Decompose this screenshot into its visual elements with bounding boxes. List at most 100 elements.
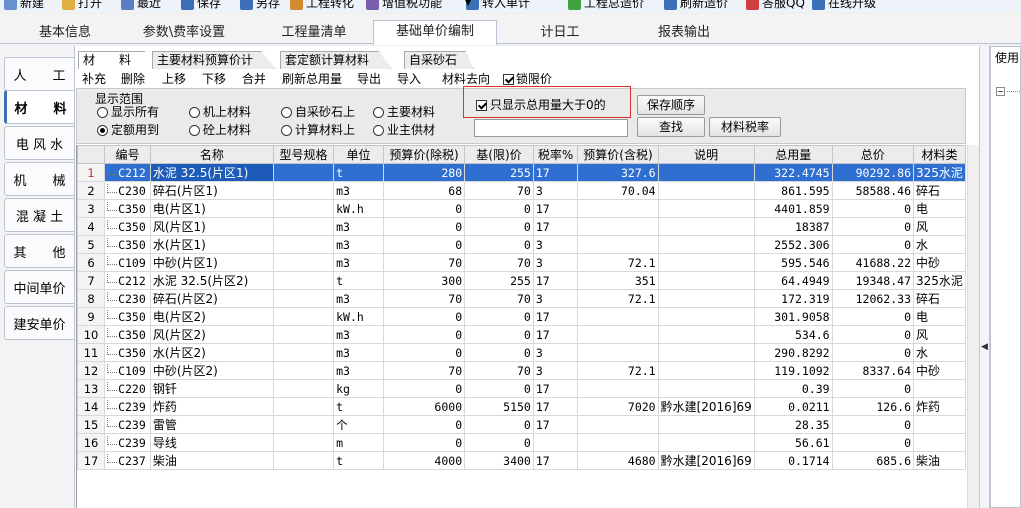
only-positive-checkbox[interactable]: [476, 99, 487, 111]
cell-税率%[interactable]: 17: [532, 307, 579, 326]
cell-名称[interactable]: 柴油: [149, 451, 275, 470]
cell-预算价(含税)[interactable]: 351: [577, 271, 659, 290]
cell-税率%[interactable]: 17: [532, 271, 579, 290]
cell-型号规格[interactable]: [272, 163, 335, 182]
cell-说明[interactable]: [657, 181, 755, 200]
dropdown-arrow-icon[interactable]: ▼: [465, 0, 471, 7]
cell-总用量[interactable]: 861.595: [753, 181, 833, 200]
cell-编号[interactable]: C350: [104, 217, 151, 236]
cell-[interactable]: 8: [77, 289, 106, 308]
cell-[interactable]: 11: [77, 343, 106, 362]
cell-编号[interactable]: C212: [104, 163, 151, 182]
cell-预算价(除税)[interactable]: 280: [382, 163, 466, 182]
cell-材料类[interactable]: 电: [913, 199, 966, 218]
table-row[interactable]: 1 C212 水泥 32.5(片区1) t 280 255 17 327.6 322.4745 9…: [77, 163, 966, 182]
cell-[interactable]: 3: [77, 199, 106, 218]
cell-说明[interactable]: [657, 433, 755, 452]
cell-预算价(含税)[interactable]: 72.1: [577, 361, 659, 380]
radio-dot[interactable]: [189, 124, 200, 136]
cell-基(限)价[interactable]: 0: [464, 325, 534, 344]
cell-基(限)价[interactable]: 0: [464, 217, 534, 236]
toolbar-item-10[interactable]: 答服QQ: [746, 0, 805, 11]
cell-名称[interactable]: 水(片区2): [149, 343, 275, 362]
column-header-10[interactable]: 总用量: [753, 145, 833, 164]
side-tab-2[interactable]: 电 风 水: [4, 126, 74, 160]
column-header-2[interactable]: 名称: [149, 145, 275, 164]
sub-tab-3[interactable]: 自采砂石料: [404, 51, 474, 69]
cell-单位[interactable]: m3: [333, 217, 384, 236]
column-header-12[interactable]: 材料类: [913, 145, 966, 164]
table-row[interactable]: 8 C230 碎石(片区2) m3 70 70 3 72.1 172.319 12062.33 碎石: [77, 289, 966, 308]
cell-编号[interactable]: C212: [104, 271, 151, 290]
cell-总价[interactable]: 0: [831, 343, 915, 362]
cell-预算价(除税)[interactable]: 0: [382, 307, 466, 326]
cell-基(限)价[interactable]: 0: [464, 379, 534, 398]
cell-基(限)价[interactable]: 70: [464, 253, 534, 272]
cell-材料类[interactable]: [913, 379, 966, 398]
menu-item-5[interactable]: 刷新总用量: [282, 71, 342, 87]
cell-单位[interactable]: t: [333, 163, 384, 182]
toolbar-item-4[interactable]: 另存: [240, 0, 280, 11]
cell-预算价(含税)[interactable]: [577, 343, 659, 362]
cell-预算价(除税)[interactable]: 0: [382, 199, 466, 218]
cell-型号规格[interactable]: [272, 451, 335, 470]
radio-dot[interactable]: [373, 124, 384, 136]
side-tab-1[interactable]: 材 料: [4, 90, 74, 124]
cell-编号[interactable]: C237: [104, 451, 151, 470]
cell-基(限)价[interactable]: 255: [464, 163, 534, 182]
radio-dot[interactable]: [281, 106, 292, 118]
cell-税率%[interactable]: 3: [532, 343, 579, 362]
cell-税率%[interactable]: 17: [532, 379, 579, 398]
cell-型号规格[interactable]: [272, 217, 335, 236]
cell-预算价(除税)[interactable]: 0: [382, 415, 466, 434]
cell-总用量[interactable]: 290.8292: [753, 343, 833, 362]
table-row[interactable]: 11 C350 水(片区2) m3 0 0 3 290.8292 0 水: [77, 343, 966, 362]
cell-编号[interactable]: C239: [104, 433, 151, 452]
cell-预算价(含税)[interactable]: 70.04: [577, 181, 659, 200]
cell-税率%[interactable]: 17: [532, 397, 579, 416]
toolbar-item-7[interactable]: 转入单计: [466, 0, 530, 11]
cell-总价[interactable]: 0: [831, 199, 915, 218]
sub-tab-0[interactable]: 材 料: [78, 51, 154, 69]
cell-预算价(除税)[interactable]: 4000: [382, 451, 466, 470]
cell-预算价(含税)[interactable]: 327.6: [577, 163, 659, 182]
cell-基(限)价[interactable]: 0: [464, 235, 534, 254]
side-tab-3[interactable]: 机 械: [4, 162, 74, 196]
column-header-9[interactable]: 说明: [657, 145, 755, 164]
cell-总价[interactable]: 685.6: [831, 451, 915, 470]
cell-材料类[interactable]: 风: [913, 325, 966, 344]
cell-型号规格[interactable]: [272, 235, 335, 254]
radio-dot[interactable]: [97, 124, 108, 136]
menu-item-0[interactable]: 补充: [82, 71, 106, 87]
table-row[interactable]: 4 C350 风(片区1) m3 0 0 17 18387 0 风: [77, 217, 966, 236]
cell-基(限)价[interactable]: 3400: [464, 451, 534, 470]
cell-预算价(含税)[interactable]: [577, 325, 659, 344]
menu-item-1[interactable]: 删除: [121, 71, 145, 87]
radio-dot[interactable]: [373, 106, 384, 118]
main-tab-1[interactable]: 参数\费率设置: [120, 22, 248, 46]
cell-编号[interactable]: C230: [104, 289, 151, 308]
cell-材料类[interactable]: 碎石: [913, 289, 966, 308]
cell-型号规格[interactable]: [272, 415, 335, 434]
toolbar-item-2[interactable]: 最近: [121, 0, 161, 11]
cell-单位[interactable]: m3: [333, 343, 384, 362]
filter-radio-3[interactable]: 砼上材料: [189, 123, 251, 137]
cell-总用量[interactable]: 4401.859: [753, 199, 833, 218]
cell-[interactable]: 10: [77, 325, 106, 344]
cell-型号规格[interactable]: [272, 361, 335, 380]
cell-总价[interactable]: 58588.46: [831, 181, 915, 200]
cell-预算价(除税)[interactable]: 68: [382, 181, 466, 200]
cell-名称[interactable]: 风(片区2): [149, 325, 275, 344]
cell-税率%[interactable]: 3: [532, 235, 579, 254]
grid-vertical-scrollbar[interactable]: [967, 145, 979, 508]
cell-预算价(除税)[interactable]: 6000: [382, 397, 466, 416]
cell-[interactable]: 9: [77, 307, 106, 326]
menu-item-6[interactable]: 导出: [357, 71, 381, 87]
cell-总用量[interactable]: 0.1714: [753, 451, 833, 470]
cell-名称[interactable]: 电(片区1): [149, 199, 275, 218]
column-header-0[interactable]: [77, 145, 106, 164]
toolbar-item-5[interactable]: 工程转化: [290, 0, 354, 11]
cell-单位[interactable]: m3: [333, 361, 384, 380]
cell-税率%[interactable]: 17: [532, 199, 579, 218]
cell-编号[interactable]: C350: [104, 343, 151, 362]
